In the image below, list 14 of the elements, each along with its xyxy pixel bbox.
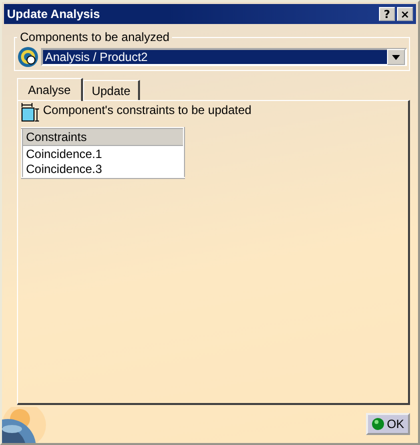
help-button[interactable]: ? bbox=[379, 7, 395, 21]
caret-icon bbox=[392, 54, 400, 60]
tab[interactable]: Analyse bbox=[17, 78, 83, 101]
column-header[interactable]: Constraints bbox=[22, 128, 184, 146]
table-cell[interactable]: Coincidence.1 bbox=[22, 146, 184, 162]
ok-button[interactable]: OK bbox=[366, 413, 410, 435]
group-label: Components to be analyzed bbox=[19, 30, 170, 44]
window-title: Update Analysis bbox=[7, 7, 101, 21]
section-label: Component's constraints to be updated bbox=[43, 103, 252, 117]
component-dropdown[interactable]: Analysis / Product2 bbox=[41, 48, 407, 66]
tab[interactable]: Update bbox=[82, 80, 140, 100]
close-button[interactable]: × bbox=[397, 7, 413, 21]
status-icon bbox=[372, 418, 384, 430]
table-cell[interactable]: Coincidence.3 bbox=[22, 162, 184, 178]
